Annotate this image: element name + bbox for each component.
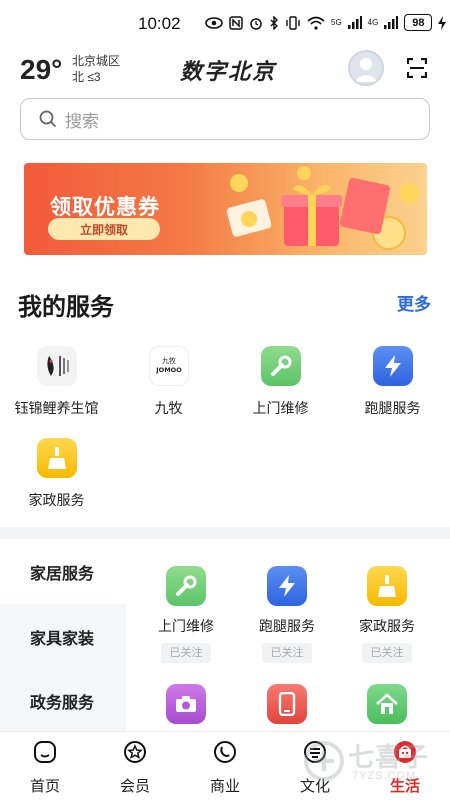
nfc-icon [229, 15, 243, 30]
camera-icon [166, 684, 206, 724]
category-furniture[interactable]: 家具家装 [0, 604, 126, 670]
battery-indicator: 98 [404, 14, 433, 31]
service-housekeeping[interactable]: 家政服务 [0, 438, 113, 510]
koi-logo-icon [36, 346, 77, 386]
category-home-services[interactable]: 家居服务 [0, 539, 126, 605]
bluetooth-icon [270, 15, 278, 30]
category-service-camera[interactable] [136, 684, 236, 724]
banner-title: 领取优惠券 [50, 196, 160, 219]
category-government[interactable]: 政务服务 [0, 668, 126, 734]
followed-badge[interactable]: 已关注 [362, 643, 412, 663]
user-avatar[interactable] [348, 50, 384, 86]
service-koi-wellness[interactable]: 钰锦鲤养生馆 [0, 346, 113, 418]
tab-label: 会员 [119, 778, 150, 795]
tab-label: 商业 [209, 778, 240, 795]
status-icons: 5G 4G 98 [205, 14, 447, 31]
broom-icon [36, 438, 77, 478]
scan-icon[interactable] [407, 58, 427, 78]
search-icon [39, 110, 57, 128]
broom-icon [367, 566, 407, 606]
gift-illustration [226, 166, 419, 250]
wind-level: 北 ≤3 [72, 70, 101, 84]
lightning-icon [267, 566, 307, 606]
signal-icon [347, 16, 362, 29]
service-errand[interactable]: 跑腿服务 [336, 346, 449, 418]
lightning-icon [372, 346, 413, 386]
tab-home[interactable]: 首页 [10, 740, 80, 796]
followed-badge[interactable]: 已关注 [161, 643, 211, 663]
signal-icon-2 [384, 16, 399, 29]
service-label: 钰锦鲤养生馆 [14, 400, 99, 416]
service-home-repair[interactable]: 上门维修 [224, 346, 337, 418]
location-name: 北京城区 [72, 54, 121, 68]
status-bar: 10:02 5G 4G 98 [0, 0, 450, 48]
watermark-logo-icon [304, 741, 344, 781]
wrench-icon [260, 346, 301, 386]
category-service-errand[interactable]: 跑腿服务 已关注 [237, 566, 337, 663]
service-label: 上门维修 [252, 400, 309, 416]
service-label: 家政服务 [359, 618, 415, 634]
svg-text:JOMOO: JOMOO [155, 366, 182, 374]
tab-label: 首页 [29, 778, 60, 795]
category-service-phone[interactable] [237, 684, 337, 724]
more-link[interactable]: 更多 [397, 290, 431, 315]
temperature: 29° [20, 54, 63, 85]
service-label: 跑腿服务 [364, 400, 421, 416]
tab-member[interactable]: 会员 [100, 740, 170, 796]
section-divider [0, 527, 450, 539]
banner-claim-button[interactable]: 立即领取 [48, 218, 160, 240]
member-tab-icon [124, 741, 146, 763]
signal-5g-label: 5G [331, 18, 342, 27]
status-time: 10:02 [138, 14, 181, 33]
phone-icon [267, 684, 307, 724]
vibrate-icon [286, 15, 300, 30]
service-jomoo[interactable]: 九牧 JOMOO 九牧 [112, 346, 225, 418]
alarm-icon [250, 17, 262, 30]
service-label: 九牧 [154, 400, 183, 416]
category-service-repair[interactable]: 上门维修 已关注 [136, 566, 236, 663]
home-tab-icon [34, 741, 56, 763]
category-service-house[interactable] [337, 684, 437, 724]
followed-badge[interactable]: 已关注 [262, 643, 312, 663]
watermark-text: 七喜子 [348, 742, 430, 772]
wifi-icon [307, 16, 325, 30]
service-label: 上门维修 [158, 618, 214, 634]
service-label: 家政服务 [28, 492, 85, 508]
wrench-icon [166, 566, 206, 606]
category-service-housekeeping[interactable]: 家政服务 已关注 [337, 566, 437, 663]
watermark-url: 7YZS.COM [352, 770, 417, 782]
watermark: 七喜子 7YZS.COM [300, 735, 450, 795]
search-bar[interactable]: 搜索 [20, 98, 430, 140]
search-input[interactable]: 搜索 [65, 107, 99, 132]
business-tab-icon [214, 741, 236, 763]
signal-4g-label: 4G [367, 18, 379, 27]
svg-text:九牧: 九牧 [162, 356, 176, 365]
tab-business[interactable]: 商业 [190, 740, 260, 796]
app-header: 29° 北京城区 北 ≤3 数字北京 [0, 48, 450, 93]
weather-location: 北京城区 北 ≤3 [72, 53, 120, 85]
app-title: 数字北京 [180, 59, 277, 85]
jomoo-logo-icon: 九牧 JOMOO [148, 346, 189, 386]
avatar-icon [354, 58, 378, 82]
house-icon [367, 684, 407, 724]
eye-icon [205, 16, 223, 29]
service-label: 跑腿服务 [259, 618, 315, 634]
my-services-title: 我的服务 [18, 294, 114, 321]
coupon-banner[interactable]: 领取优惠券 立即领取 [24, 163, 427, 255]
charging-icon [438, 15, 447, 30]
